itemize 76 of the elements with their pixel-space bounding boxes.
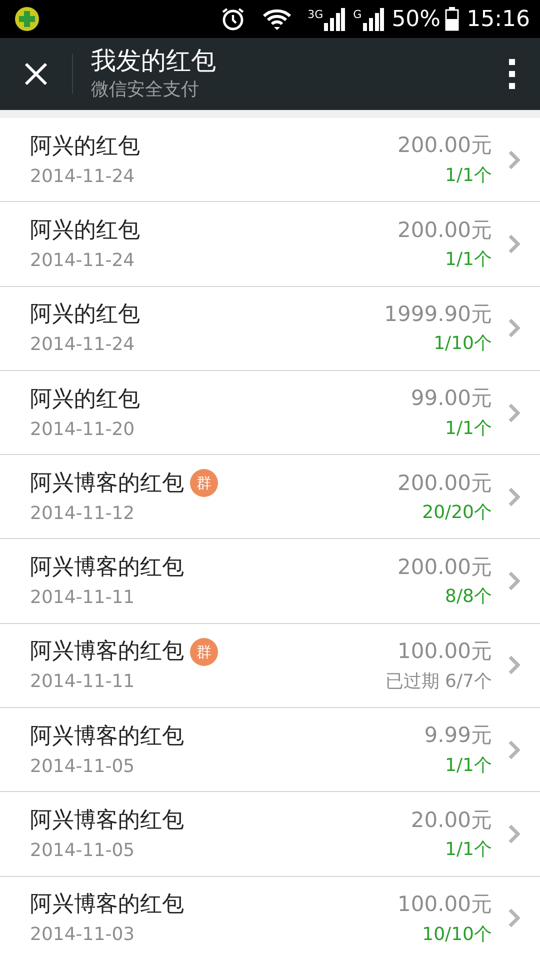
chevron-icon xyxy=(508,655,520,676)
item-date: 2014-11-03 xyxy=(30,923,136,948)
chevron-icon xyxy=(508,824,520,844)
page-subtitle: 微信安全支付 xyxy=(91,78,200,102)
item-date: 2014-11-11 xyxy=(30,586,136,610)
list-item[interactable]: 阿兴的红包 2014-11-20 99.00元 1/1个 xyxy=(0,370,540,456)
chevron-icon xyxy=(508,908,520,928)
chevron-icon xyxy=(508,318,520,338)
app-logo-icon xyxy=(14,6,40,32)
item-title: 阿兴博客的红包 xyxy=(30,722,184,751)
item-title: 阿兴博客的红包 xyxy=(30,807,184,836)
more-icon xyxy=(508,58,516,90)
close-icon xyxy=(24,62,48,86)
item-count: 1/1个 xyxy=(444,754,492,778)
page-title: 我发的红包 xyxy=(91,46,217,76)
item-title: 阿兴博客的红包 xyxy=(30,638,184,666)
item-count: 20/20个 xyxy=(421,501,492,526)
list-item[interactable]: 阿兴博客的红包 2014-11-11 200.00元 8/8个 xyxy=(0,539,540,624)
item-title: 阿兴博客的红包 xyxy=(30,554,184,582)
item-amount: 200.00元 xyxy=(398,554,492,581)
list-item[interactable]: 阿兴博客的红包 群 2014-11-11 100.00元 已过期 6/7个 xyxy=(0,624,540,708)
item-count: 1/1个 xyxy=(444,838,492,862)
list-item[interactable]: 阿兴博客的红包 2014-11-03 100.00元 10/10个 xyxy=(0,876,540,960)
list-item[interactable]: 阿兴的红包 2014-11-24 200.00元 1/1个 xyxy=(0,202,540,287)
battery-icon xyxy=(444,7,459,31)
item-date: 2014-11-24 xyxy=(30,333,136,358)
item-date: 2014-11-24 xyxy=(30,164,136,189)
item-amount: 200.00元 xyxy=(398,132,492,160)
item-count: 8/8个 xyxy=(444,585,492,610)
signal-icon xyxy=(362,7,384,31)
item-count: 1/10个 xyxy=(432,332,492,356)
item-date: 2014-11-05 xyxy=(30,754,136,779)
chevron-icon xyxy=(508,402,520,423)
item-title: 阿兴的红包 xyxy=(30,216,140,245)
group-tag: 群 xyxy=(190,469,218,498)
list-item[interactable]: 阿兴的红包 2014-11-24 200.00元 1/1个 xyxy=(0,118,540,202)
item-date: 2014-11-05 xyxy=(30,839,136,864)
clock: 15:16 xyxy=(466,6,530,34)
chevron-icon xyxy=(508,486,520,507)
chevron-icon xyxy=(508,150,520,170)
item-count: 已过期 6/7个 xyxy=(385,670,492,694)
battery-percent: 50% xyxy=(392,6,441,34)
item-amount: 200.00元 xyxy=(398,470,492,497)
item-title: 阿兴博客的红包 xyxy=(30,470,184,498)
item-count: 10/10个 xyxy=(421,922,492,947)
item-amount: 99.00元 xyxy=(410,385,492,412)
signal-icon xyxy=(323,7,346,31)
item-date: 2014-11-12 xyxy=(30,502,136,526)
chevron-icon xyxy=(508,234,520,254)
item-date: 2014-11-24 xyxy=(30,248,136,273)
item-date: 2014-11-20 xyxy=(30,418,136,442)
list-item[interactable]: 阿兴博客的红包 2014-11-05 9.99元 1/1个 xyxy=(0,708,540,792)
list-item[interactable]: 阿兴博客的红包 2014-11-05 20.00元 1/1个 xyxy=(0,792,540,877)
item-amount: 9.99元 xyxy=(424,722,492,750)
chevron-icon xyxy=(508,571,520,592)
item-amount: 100.00元 xyxy=(396,638,492,666)
item-title: 阿兴的红包 xyxy=(30,132,140,161)
network-type: G xyxy=(353,7,362,23)
item-title: 阿兴博客的红包 xyxy=(30,891,184,920)
list-item[interactable]: 阿兴博客的红包 群 2014-11-12 200.00元 20/20个 xyxy=(0,455,540,540)
network-type: 3G xyxy=(308,7,324,23)
item-count: 1/1个 xyxy=(444,164,492,188)
wifi-icon xyxy=(262,7,292,31)
item-amount: 20.00元 xyxy=(410,806,492,834)
item-amount: 200.00元 xyxy=(398,216,492,244)
alarm-icon xyxy=(220,6,246,32)
item-amount: 100.00元 xyxy=(398,891,492,918)
chevron-icon xyxy=(508,740,520,760)
item-count: 1/1个 xyxy=(444,248,492,272)
item-amount: 1999.90元 xyxy=(384,300,492,328)
item-date: 2014-11-11 xyxy=(30,670,136,694)
group-tag: 群 xyxy=(190,638,218,666)
list-item[interactable]: 阿兴的红包 2014-11-24 1999.90元 1/10个 xyxy=(0,286,540,371)
item-count: 1/1个 xyxy=(444,416,492,441)
item-title: 阿兴的红包 xyxy=(30,301,140,330)
item-title: 阿兴的红包 xyxy=(30,386,140,414)
